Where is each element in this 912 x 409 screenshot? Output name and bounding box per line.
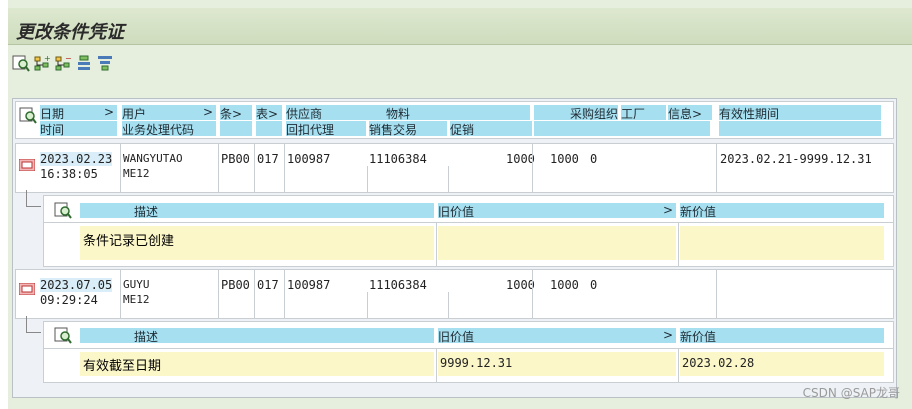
header-blank xyxy=(534,121,710,136)
detail-header-old[interactable]: 旧价值 > xyxy=(438,328,676,343)
window-title: 更改条件凭证 xyxy=(16,22,124,43)
header-blank xyxy=(220,121,252,136)
detail-old-value: 9999.12.31 xyxy=(440,356,513,370)
collapse-all-icon[interactable]: − xyxy=(54,54,72,72)
record-vendor: 100987 xyxy=(287,278,331,292)
header-material[interactable]: 物料 xyxy=(386,105,530,120)
record-info: 1000 xyxy=(506,278,535,292)
record-plant: 0 xyxy=(590,278,598,292)
detail-old-cell: 9999.12.31 xyxy=(438,352,676,376)
record-material: 11106384 xyxy=(369,152,427,166)
detail-header-new[interactable]: 新价值 xyxy=(680,328,884,343)
record-purch-org: 1000 xyxy=(550,278,579,292)
details-icon[interactable] xyxy=(12,54,30,72)
detail-header-desc[interactable]: 描述 xyxy=(80,203,434,218)
record-user: WANGYUTAO xyxy=(123,152,183,165)
details-icon[interactable] xyxy=(19,106,37,127)
record-info: 1000 xyxy=(506,152,535,166)
detail-header-old[interactable]: 旧价值 > xyxy=(438,203,676,218)
folder-icon[interactable] xyxy=(18,156,36,175)
tree-connector xyxy=(26,190,41,207)
header-vendor[interactable]: 供应商 xyxy=(286,105,386,120)
watermark: CSDN @SAP龙哥 xyxy=(802,386,900,400)
header-promo[interactable]: 促销 xyxy=(450,121,532,136)
record-date: 2023.02.23 xyxy=(40,152,113,166)
toolbar: + − xyxy=(12,54,114,76)
header-blank xyxy=(256,121,282,136)
header-date[interactable]: 日期 > xyxy=(40,105,117,120)
header-cond-type[interactable]: 条> xyxy=(220,105,252,120)
record-cond-type: PB00 xyxy=(221,278,250,292)
detail-block: 描述 旧价值 > 新价值 条件记录已创建 xyxy=(26,190,894,267)
detail-header-new[interactable]: 新价值 xyxy=(680,203,884,218)
details-icon[interactable] xyxy=(54,326,72,348)
header-user[interactable]: 用户 > xyxy=(122,105,216,120)
detail-old-value xyxy=(438,226,676,260)
header-plant[interactable]: 工厂 xyxy=(621,105,666,120)
svg-text:−: − xyxy=(65,54,72,63)
filter-icon[interactable] xyxy=(96,54,114,72)
sort-icon[interactable] xyxy=(75,54,93,72)
record-tcode: ME12 xyxy=(123,167,150,180)
svg-text:+: + xyxy=(44,54,51,63)
detail-desc-cell: 有效截至日期 xyxy=(80,352,434,376)
detail-desc: 有效截至日期 xyxy=(83,359,162,374)
record-vendor: 100987 xyxy=(287,152,331,166)
detail-desc-cell: 条件记录已创建 xyxy=(80,226,434,260)
record-cond-type: PB00 xyxy=(221,152,250,166)
record-material: 11106384 xyxy=(369,278,427,292)
record-plant: 0 xyxy=(590,152,598,166)
record-time: 09:29:24 xyxy=(40,293,98,307)
detail-new-cell: 2023.02.28 xyxy=(680,352,884,376)
detail-desc: 条件记录已创建 xyxy=(83,234,175,249)
header-purch-org[interactable]: 采购组织 xyxy=(534,105,618,120)
detail-new-value: 2023.02.28 xyxy=(682,356,755,370)
record-table: 017 xyxy=(257,152,279,166)
header-tcode[interactable]: 业务处理代码 xyxy=(122,121,216,136)
tree-connector xyxy=(26,316,41,333)
change-document-tree: 日期 > 时间 用户 > 业务处理代码 条> 表> 供应商 物料 回扣代理 销售交易… xyxy=(12,98,897,398)
details-icon[interactable] xyxy=(54,201,72,223)
record-table: 017 xyxy=(257,278,279,292)
table-row[interactable]: 2023.02.23 16:38:05 WANGYUTAO ME12 PB00 … xyxy=(15,143,894,193)
header-sales[interactable]: 销售交易 xyxy=(369,121,447,136)
detail-new-value xyxy=(680,226,884,260)
record-purch-org: 1000 xyxy=(550,152,579,166)
column-header: 日期 > 时间 用户 > 业务处理代码 条> 表> 供应商 物料 回扣代理 销售交易… xyxy=(15,101,894,139)
record-time: 16:38:05 xyxy=(40,167,98,181)
header-table[interactable]: 表> xyxy=(256,105,282,120)
detail-header-desc[interactable]: 描述 xyxy=(80,328,434,343)
title-bar: 更改条件凭证 xyxy=(8,8,912,45)
record-validity: 2023.02.21-9999.12.31 xyxy=(720,152,872,166)
header-blank xyxy=(719,121,881,136)
header-rebate[interactable]: 回扣代理 xyxy=(286,121,366,136)
folder-icon[interactable] xyxy=(18,280,36,299)
detail-block: 描述 旧价值 > 新价值 有效截至日期 9999.12.31 2023.02.28 xyxy=(26,316,894,383)
header-info[interactable]: 信息> xyxy=(668,105,712,120)
table-row[interactable]: 2023.07.05 09:29:24 GUYU ME12 PB00 017 1… xyxy=(15,269,894,319)
expand-all-icon[interactable]: + xyxy=(33,54,51,72)
record-date: 2023.07.05 xyxy=(40,278,113,292)
header-time[interactable]: 时间 xyxy=(40,121,117,136)
window: 更改条件凭证 + − 日期 > 时间 用户 > 业务处理代码 条> 表> 供应商… xyxy=(8,0,912,409)
header-validity[interactable]: 有效性期间 xyxy=(719,105,881,120)
record-tcode: ME12 xyxy=(123,293,150,306)
record-user: GUYU xyxy=(123,278,150,291)
